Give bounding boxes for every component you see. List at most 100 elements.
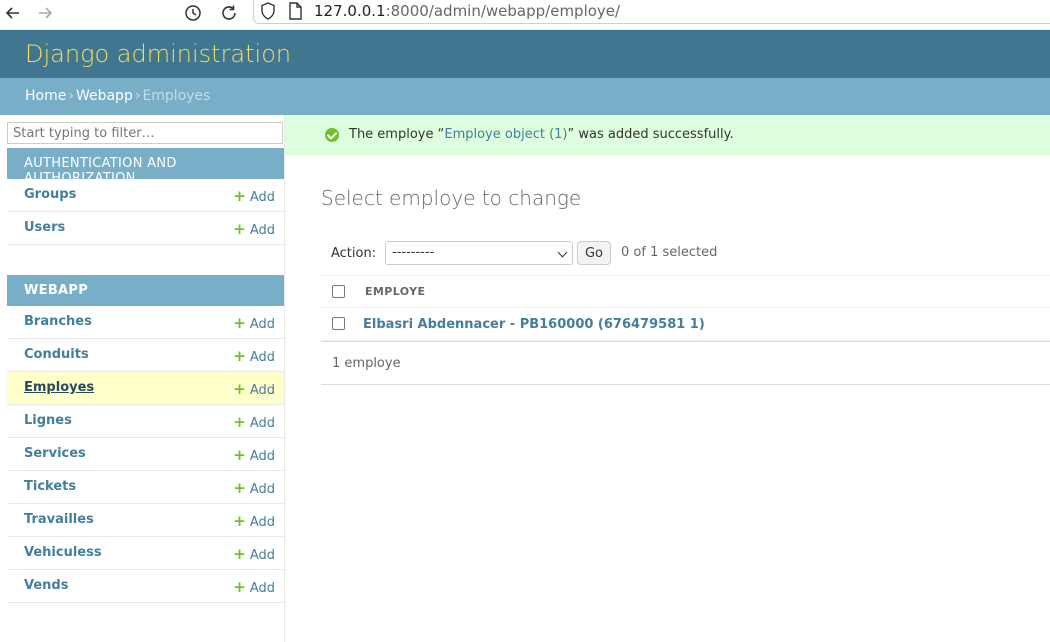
add-label: Add	[249, 383, 275, 398]
add-label: Add	[249, 317, 275, 332]
sidebar-item-vehiculess[interactable]: Vehiculess + Add	[7, 537, 284, 570]
plus-icon: +	[233, 380, 246, 398]
module-webapp: WEBAPP Branches + Add Conduits + Add Emplo…	[7, 275, 284, 603]
actions-bar: Action: --------- Go 0 of 1 selected	[321, 238, 1050, 268]
add-users-button[interactable]: + Add	[233, 220, 275, 238]
breadcrumb: Home › Webapp › Employes	[0, 78, 1050, 115]
sidebar-item-services[interactable]: Services + Add	[7, 438, 284, 471]
sidebar-item-label[interactable]: Lignes	[24, 413, 72, 428]
plus-icon: +	[233, 347, 246, 365]
add-travailles-button[interactable]: + Add	[233, 512, 275, 530]
paginator: 1 employe	[321, 341, 1050, 385]
arrow-right-icon	[39, 7, 53, 19]
back-button[interactable]	[0, 1, 26, 25]
message-suffix: ” was added successfully.	[567, 127, 734, 142]
sidebar-item-label[interactable]: Users	[24, 220, 65, 235]
sidebar-item-label[interactable]: Tickets	[24, 479, 76, 494]
add-label: Add	[249, 449, 275, 464]
sidebar-item-travailles[interactable]: Travailles + Add	[7, 504, 284, 537]
breadcrumb-app[interactable]: Webapp	[76, 88, 133, 104]
reload-icon	[222, 5, 236, 20]
page-title: Select employe to change	[321, 186, 582, 210]
history-icon	[185, 5, 201, 21]
sidebar-item-groups[interactable]: Groups + Add	[7, 179, 284, 212]
message-object-link[interactable]: Employe object (1)	[444, 127, 567, 142]
breadcrumb-home[interactable]: Home	[25, 88, 66, 104]
browser-toolbar: 127.0.0.1:8000/admin/webapp/employe/	[0, 0, 1050, 30]
sidebar-item-label[interactable]: Travailles	[24, 512, 94, 527]
module-caption-auth[interactable]: AUTHENTICATION AND AUTHORIZATION	[7, 148, 284, 186]
add-label: Add	[249, 482, 275, 497]
add-services-button[interactable]: + Add	[233, 446, 275, 464]
result-list: EMPLOYE Elbasri Abdennacer - PB160000 (6…	[321, 275, 1050, 341]
sidebar-item-employes[interactable]: Employes + Add	[7, 372, 284, 405]
add-groups-button[interactable]: + Add	[233, 187, 275, 205]
add-vehiculess-button[interactable]: + Add	[233, 545, 275, 563]
url-host: 127.0.0.1	[314, 2, 386, 20]
sidebar-item-label[interactable]: Groups	[24, 187, 76, 202]
action-select[interactable]: ---------	[385, 241, 573, 265]
action-select-value: ---------	[392, 245, 435, 260]
plus-icon: +	[233, 187, 246, 205]
history-button[interactable]	[180, 1, 206, 25]
action-label: Action:	[331, 246, 377, 261]
sidebar-item-label[interactable]: Vends	[24, 578, 68, 593]
module-caption-webapp[interactable]: WEBAPP	[7, 275, 284, 306]
arrow-left-icon	[5, 7, 19, 19]
site-branding[interactable]: Django administration	[25, 40, 291, 68]
breadcrumb-current: Employes	[142, 88, 211, 104]
shield-icon	[261, 2, 275, 20]
module-auth: AUTHENTICATION AND AUTHORIZATION Groups …	[7, 148, 284, 245]
sidebar-item-tickets[interactable]: Tickets + Add	[7, 471, 284, 504]
add-tickets-button[interactable]: + Add	[233, 479, 275, 497]
check-circle-icon	[325, 128, 339, 142]
sidebar-item-conduits[interactable]: Conduits + Add	[7, 339, 284, 372]
chevron-down-icon	[557, 247, 568, 258]
sidebar-item-vends[interactable]: Vends + Add	[7, 570, 284, 603]
forward-button[interactable]	[32, 1, 58, 25]
sidebar-item-label[interactable]: Employes	[24, 380, 94, 395]
plus-icon: +	[233, 413, 246, 431]
sidebar-item-label[interactable]: Branches	[24, 314, 92, 329]
add-label: Add	[249, 515, 275, 530]
add-label: Add	[249, 416, 275, 431]
add-lignes-button[interactable]: + Add	[233, 413, 275, 431]
breadcrumb-separator: ›	[134, 88, 141, 104]
add-branches-button[interactable]: + Add	[233, 314, 275, 332]
add-label: Add	[249, 581, 275, 596]
add-vends-button[interactable]: + Add	[233, 578, 275, 596]
success-message: The employe “Employe object (1)” was add…	[285, 115, 1050, 155]
table-header: EMPLOYE	[321, 275, 1050, 308]
add-label: Add	[249, 223, 275, 238]
add-label: Add	[249, 190, 275, 205]
sidebar-item-label[interactable]: Services	[24, 446, 86, 461]
sidebar-item-branches[interactable]: Branches + Add	[7, 306, 284, 339]
message-prefix: The employe “	[349, 127, 445, 142]
address-bar[interactable]: 127.0.0.1:8000/admin/webapp/employe/	[253, 0, 1050, 24]
plus-icon: +	[233, 220, 246, 238]
column-header-employe[interactable]: EMPLOYE	[365, 285, 425, 298]
sidebar-item-label[interactable]: Vehiculess	[24, 545, 102, 560]
url-path: :8000/admin/webapp/employe/	[385, 2, 621, 20]
reload-button[interactable]	[216, 1, 242, 25]
page-icon	[289, 2, 302, 20]
plus-icon: +	[233, 446, 246, 464]
sidebar-item-users[interactable]: Users + Add	[7, 212, 284, 245]
nav-filter-input[interactable]	[7, 122, 283, 144]
admin-header: Django administration	[0, 30, 1050, 78]
plus-icon: +	[233, 578, 246, 596]
select-all-checkbox[interactable]	[332, 285, 345, 298]
employe-link[interactable]: Elbasri Abdennacer - PB160000 (676479581…	[363, 317, 705, 332]
row-checkbox[interactable]	[332, 317, 345, 330]
plus-icon: +	[233, 545, 246, 563]
add-employes-button[interactable]: + Add	[233, 380, 275, 398]
go-button[interactable]: Go	[577, 241, 611, 265]
table-row: Elbasri Abdennacer - PB160000 (676479581…	[321, 308, 1050, 341]
breadcrumb-separator: ›	[68, 88, 74, 104]
sidebar-item-label[interactable]: Conduits	[24, 347, 89, 362]
url-text: 127.0.0.1:8000/admin/webapp/employe/	[314, 2, 620, 20]
nav-sidebar: AUTHENTICATION AND AUTHORIZATION Groups …	[0, 115, 285, 642]
sidebar-item-lignes[interactable]: Lignes + Add	[7, 405, 284, 438]
add-conduits-button[interactable]: + Add	[233, 347, 275, 365]
plus-icon: +	[233, 479, 246, 497]
